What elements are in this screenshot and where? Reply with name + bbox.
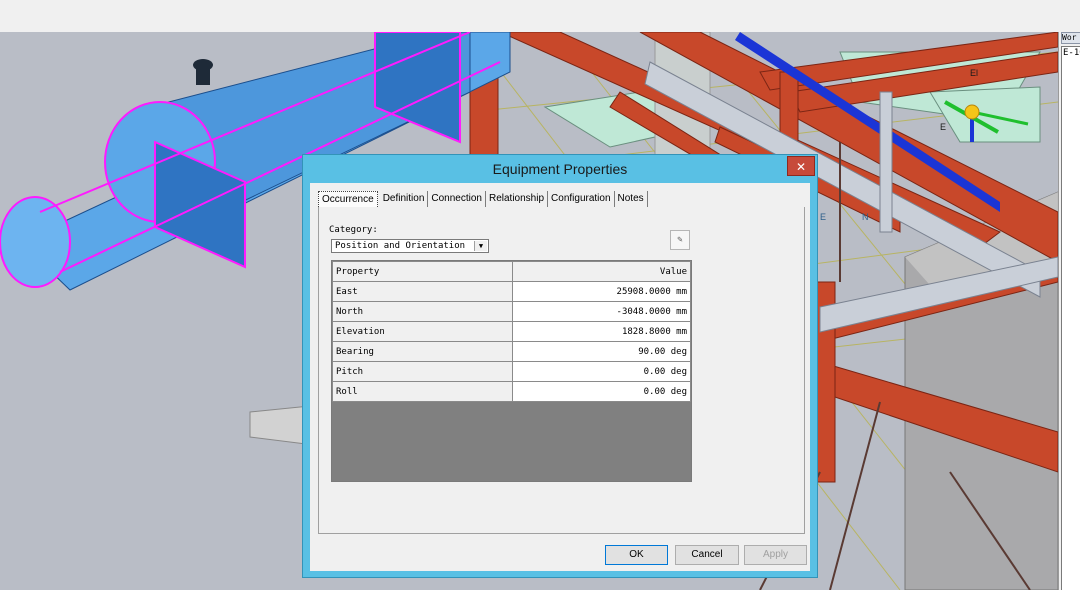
property-value[interactable]: 1828.8000 mm [512,321,691,342]
tree-node[interactable]: E-10 [1063,48,1080,58]
property-value[interactable]: -3048.0000 mm [512,301,691,322]
category-dropdown[interactable]: Position and Orientation ▼ [331,239,489,253]
tab-configuration[interactable]: Configuration [548,191,615,207]
tab-definition[interactable]: Definition [380,191,429,207]
tab-connection[interactable]: Connection [428,191,486,207]
table-row[interactable]: East 25908.0000 mm [332,281,691,302]
axis-label: E [940,122,946,132]
table-row[interactable]: Elevation 1828.8000 mm [332,321,691,342]
workspace-explorer-panel: Wor E-10 [1058,32,1080,590]
close-button[interactable]: ✕ [787,156,815,176]
column-header-value: Value [512,261,691,282]
equipment-properties-dialog: Equipment Properties ✕ Occurrence Defini… [302,154,818,578]
axis-label: N [862,212,869,222]
chevron-down-icon[interactable]: ▼ [474,241,487,251]
tab-notes[interactable]: Notes [615,191,648,207]
workspace-header: Wor [1061,32,1080,44]
table-row[interactable]: Bearing 90.00 deg [332,341,691,362]
dialog-titlebar[interactable]: Equipment Properties ✕ [303,155,817,181]
property-name: Bearing [332,341,513,362]
property-value[interactable]: 0.00 deg [512,381,691,402]
axis-label: E [820,212,826,222]
dialog-title: Equipment Properties [492,161,628,177]
workspace-tree[interactable]: E-10 [1061,46,1080,590]
category-label: Category: [329,225,378,235]
property-grid: Property Value East 25908.0000 mm North … [331,260,692,482]
property-value[interactable]: 25908.0000 mm [512,281,691,302]
category-value: Position and Orientation [335,241,466,251]
property-name: Roll [332,381,513,402]
grid-header-row: Property Value [332,261,691,282]
table-row[interactable]: North -3048.0000 mm [332,301,691,322]
tab-relationship[interactable]: Relationship [486,191,549,207]
column-header-property: Property [332,261,513,282]
apply-button[interactable]: Apply [744,545,807,565]
top-toolbar [0,0,1080,32]
property-name: North [332,301,513,322]
close-icon: ✕ [795,160,807,174]
axis-label: El [970,68,978,78]
dialog-client-area: Occurrence Definition Connection Relatio… [310,183,810,571]
cancel-button[interactable]: Cancel [675,545,739,565]
property-value[interactable]: 90.00 deg [512,341,691,362]
table-row[interactable]: Roll 0.00 deg [332,381,691,402]
ok-button[interactable]: OK [605,545,668,565]
property-name: Pitch [332,361,513,382]
property-value[interactable]: 0.00 deg [512,361,691,382]
edit-icon[interactable]: ✎ [670,230,690,250]
property-name: Elevation [332,321,513,342]
table-row[interactable]: Pitch 0.00 deg [332,361,691,382]
property-name: East [332,281,513,302]
